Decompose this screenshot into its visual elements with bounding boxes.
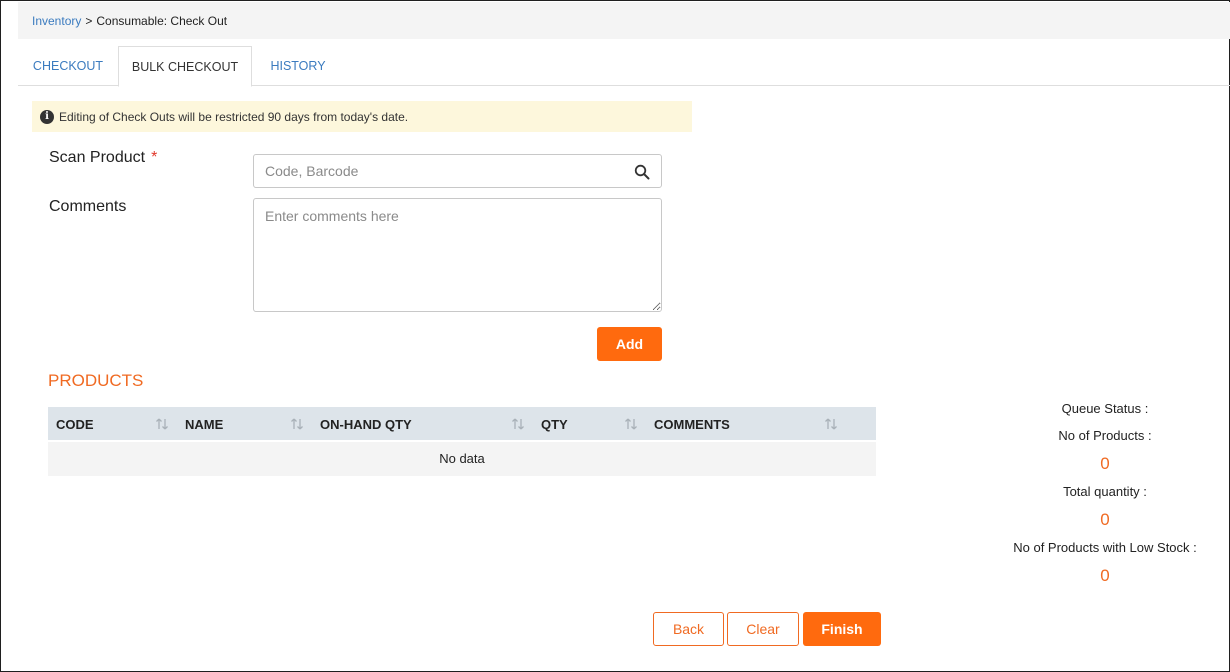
comments-label: Comments: [49, 198, 127, 215]
tab-bulk-checkout[interactable]: BULK CHECKOUT: [118, 46, 252, 87]
no-of-products-value: 0: [1100, 454, 1110, 473]
column-header-on-hand-qty-label: ON-HAND QTY: [320, 417, 412, 432]
add-button[interactable]: Add: [597, 327, 662, 361]
back-button[interactable]: Back: [653, 612, 724, 646]
finish-button[interactable]: Finish: [803, 612, 881, 646]
tab-checkout[interactable]: CHECKOUT: [18, 46, 118, 86]
column-header-name[interactable]: NAME: [177, 407, 312, 442]
tab-bar: CHECKOUT BULK CHECKOUT HISTORY: [18, 46, 1230, 87]
column-header-comments[interactable]: COMMENTS: [646, 407, 846, 442]
queue-status-title: Queue Status :: [1061, 401, 1149, 416]
required-marker: *: [151, 149, 158, 166]
low-stock-value: 0: [1100, 566, 1110, 585]
clear-button[interactable]: Clear: [727, 612, 799, 646]
breadcrumb-current: Consumable: Check Out: [96, 13, 228, 28]
sort-icon: [825, 418, 837, 430]
column-header-code[interactable]: CODE: [48, 407, 176, 442]
low-stock-label: No of Products with Low Stock :: [1013, 540, 1197, 555]
sort-icon: [156, 418, 168, 430]
table-empty-row: No data: [48, 442, 876, 476]
products-table: CODE NAME ON-HAND QTY QTY COMMENTS No da…: [48, 407, 876, 476]
tab-history[interactable]: HISTORY: [258, 46, 338, 86]
scan-product-input[interactable]: [254, 155, 614, 187]
column-header-on-hand-qty[interactable]: ON-HAND QTY: [312, 407, 533, 442]
column-header-name-label: NAME: [185, 417, 224, 432]
sort-icon: [291, 418, 303, 430]
table-header: CODE NAME ON-HAND QTY QTY COMMENTS: [48, 407, 876, 442]
scan-product-field: [253, 154, 662, 188]
products-title: PRODUCTS: [48, 371, 144, 390]
notice-text: Editing of Check Outs will be restricted…: [59, 109, 409, 124]
column-header-code-label: CODE: [56, 417, 94, 432]
search-icon[interactable]: [634, 164, 650, 180]
no-of-products-label: No of Products :: [1058, 428, 1152, 443]
checkout-page: Inventory > Consumable: Check Out CHECKO…: [0, 0, 1230, 672]
comments-textarea[interactable]: [253, 198, 662, 312]
info-icon: i: [40, 109, 54, 124]
breadcrumb-separator: >: [85, 13, 93, 28]
scan-product-label-text: Scan Product: [49, 149, 146, 166]
restriction-notice: i Editing of Check Outs will be restrict…: [32, 101, 692, 132]
sort-icon: [625, 418, 637, 430]
column-header-qty[interactable]: QTY: [533, 407, 646, 442]
total-quantity-label: Total quantity :: [1063, 484, 1147, 499]
column-header-comments-label: COMMENTS: [654, 417, 730, 432]
column-header-qty-label: QTY: [541, 417, 568, 432]
total-quantity-value: 0: [1100, 510, 1110, 529]
sort-icon: [512, 418, 524, 430]
breadcrumb-link-inventory[interactable]: Inventory: [32, 14, 81, 28]
scan-product-label: Scan Product *: [49, 149, 157, 167]
breadcrumb: Inventory > Consumable: Check Out: [18, 2, 1230, 39]
